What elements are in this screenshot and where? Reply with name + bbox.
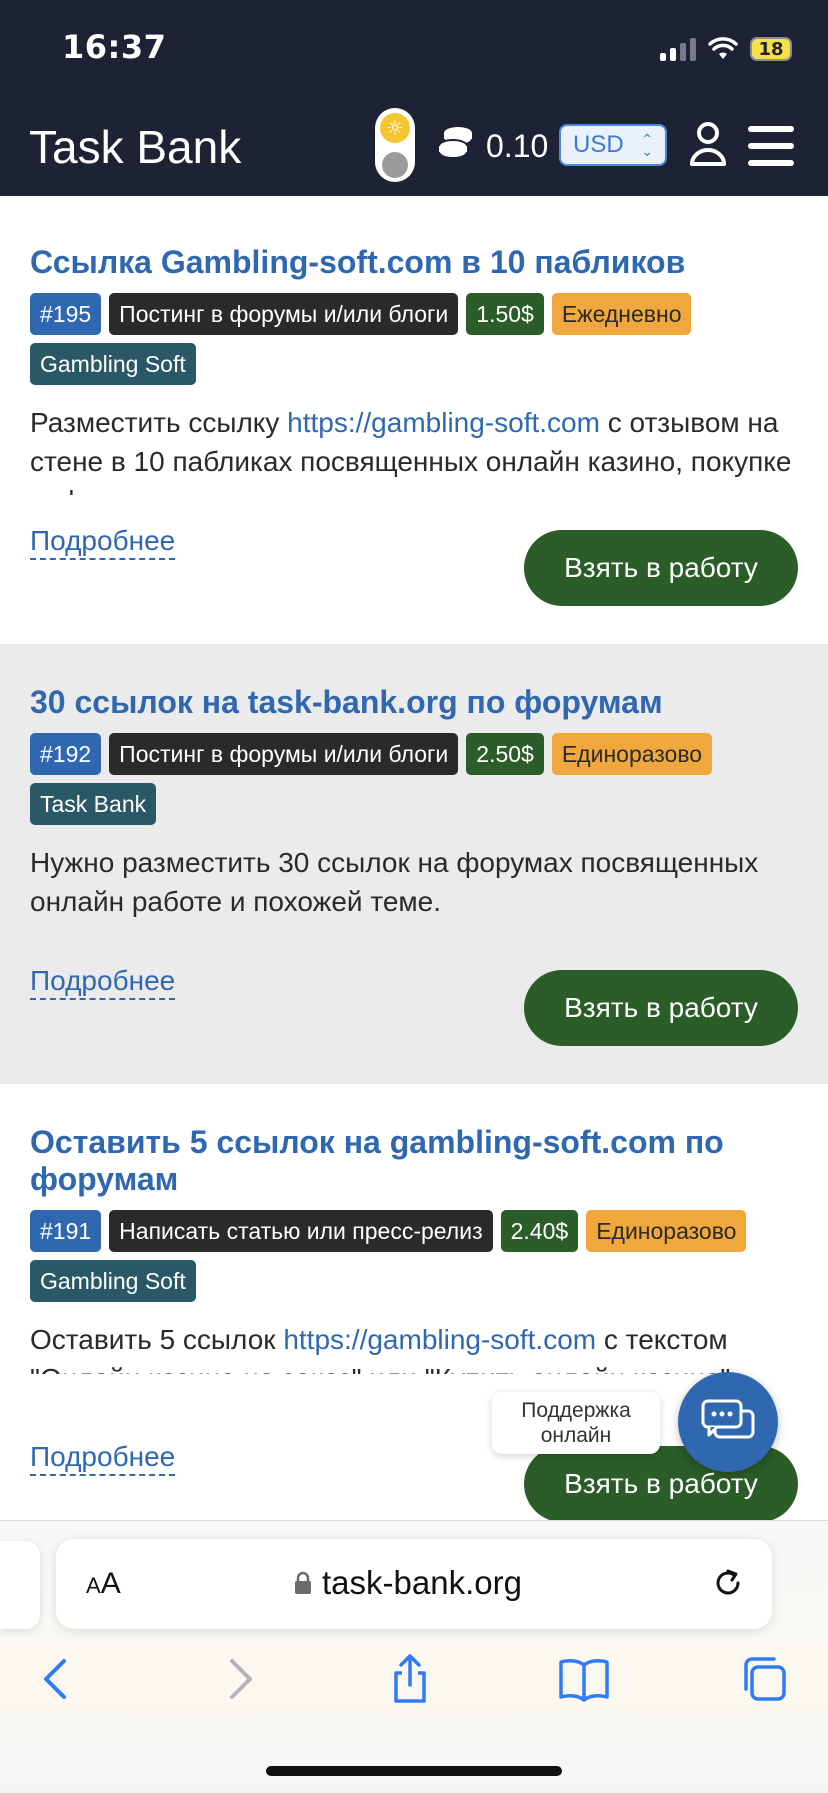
- status-icons: 18: [660, 34, 792, 64]
- home-indicator: [266, 1766, 562, 1776]
- site-badge: Task Bank: [30, 783, 157, 825]
- url-text: task-bank.org: [322, 1564, 522, 1601]
- desc-link[interactable]: https://gambling-soft.com: [287, 407, 600, 438]
- site-badge: Gambling Soft: [30, 1260, 196, 1302]
- site-badge: Gambling Soft: [30, 343, 196, 385]
- url-display[interactable]: task-bank.org: [294, 1564, 522, 1602]
- frequency-badge: Ежедневно: [551, 293, 692, 335]
- task-card: 30 ссылок на task-bank.org по форумам #1…: [0, 644, 828, 1084]
- task-description: Разместить ссылку https://gambling-soft.…: [30, 403, 798, 495]
- task-description: Нужно разместить 30 ссылок на форумах по…: [30, 843, 798, 921]
- take-task-button[interactable]: Взять в работу: [524, 970, 798, 1046]
- logo[interactable]: Task Bank: [29, 120, 241, 174]
- signal-icon: [660, 37, 696, 61]
- balance-value: 0.10: [486, 128, 549, 164]
- task-title[interactable]: Ссылка Gambling-soft.com в 10 пабликов: [30, 244, 798, 281]
- reader-settings-button[interactable]: AA: [86, 1567, 121, 1601]
- task-title[interactable]: Оставить 5 ссылок на gambling-soft.com п…: [30, 1124, 798, 1198]
- status-time: 16:37: [62, 28, 167, 66]
- task-badges: #191 Написать статью или пресс-релиз 2.4…: [30, 1210, 798, 1302]
- price-badge: 1.50$: [466, 293, 544, 335]
- task-id-badge: #191: [30, 1210, 102, 1252]
- browser-chrome: AA task-bank.org: [0, 1520, 828, 1793]
- task-badges: #195 Постинг в форумы и/или блоги 1.50$ …: [30, 293, 798, 385]
- previous-tab[interactable]: [0, 1541, 40, 1629]
- coins-icon: [438, 127, 473, 159]
- battery-icon: 18: [750, 37, 792, 61]
- task-id-badge: #192: [30, 733, 102, 775]
- details-link[interactable]: Подробнее: [30, 964, 176, 1000]
- reload-icon[interactable]: [710, 1565, 746, 1601]
- status-bar: 16:37 18: [0, 0, 828, 98]
- category-badge: Постинг в форумы и/или блоги: [109, 733, 459, 775]
- bookmarks-icon[interactable]: [556, 1651, 612, 1707]
- task-title[interactable]: 30 ссылок на task-bank.org по форумам: [30, 684, 798, 721]
- desc-link[interactable]: https://gambling-soft.com: [283, 1324, 596, 1355]
- desc-text: Разместить ссылку: [30, 407, 288, 438]
- tabs-icon[interactable]: [736, 1651, 792, 1707]
- sun-icon: ☼: [380, 113, 410, 143]
- price-badge: 2.50$: [466, 733, 544, 775]
- category-badge: Написать статью или пресс-релиз: [109, 1210, 493, 1252]
- toggle-knob: [382, 152, 408, 178]
- task-badges: #192 Постинг в форумы и/или блоги 2.50$ …: [30, 733, 798, 825]
- browser-toolbar: [0, 1651, 828, 1721]
- chevron-updown-icon: ⌃ ⌄: [641, 131, 653, 159]
- forward-icon[interactable]: [210, 1651, 266, 1707]
- currency-select[interactable]: USD ⌃ ⌄: [559, 124, 667, 166]
- currency-value: USD: [573, 131, 624, 158]
- wifi-icon: [708, 37, 738, 59]
- task-id-badge: #195: [30, 293, 102, 335]
- details-link[interactable]: Подробнее: [30, 524, 176, 560]
- theme-toggle-icon[interactable]: ☼: [375, 108, 415, 182]
- task-description: Оставить 5 ссылок https://gambling-soft.…: [30, 1320, 798, 1374]
- desc-text: Оставить 5 ссылок: [30, 1324, 284, 1355]
- battery-level: 18: [758, 38, 784, 60]
- frequency-badge: Единоразово: [586, 1210, 747, 1252]
- task-feed: Ссылка Gambling-soft.com в 10 пабликов #…: [0, 204, 828, 1520]
- take-task-button[interactable]: Взять в работу: [524, 530, 798, 606]
- details-link[interactable]: Подробнее: [30, 1440, 176, 1476]
- price-badge: 2.40$: [500, 1210, 579, 1252]
- task-card: Ссылка Gambling-soft.com в 10 пабликов #…: [0, 204, 828, 644]
- support-label[interactable]: Поддержка онлайн: [492, 1392, 660, 1454]
- menu-icon[interactable]: [748, 126, 794, 166]
- category-badge: Постинг в форумы и/или блоги: [109, 293, 459, 335]
- site-header: Task Bank ☼ 0.10 USD ⌃ ⌄: [0, 98, 828, 196]
- support-chat-button[interactable]: [678, 1372, 778, 1472]
- address-bar[interactable]: AA task-bank.org: [56, 1539, 772, 1629]
- chat-icon: [701, 1399, 755, 1439]
- user-icon[interactable]: [688, 120, 728, 168]
- frequency-badge: Единоразово: [551, 733, 713, 775]
- desc-text: Нужно разместить 30 ссылок на форумах по…: [30, 847, 759, 917]
- back-icon[interactable]: [30, 1651, 86, 1707]
- lock-icon: [295, 1571, 311, 1594]
- share-icon[interactable]: [382, 1651, 438, 1707]
